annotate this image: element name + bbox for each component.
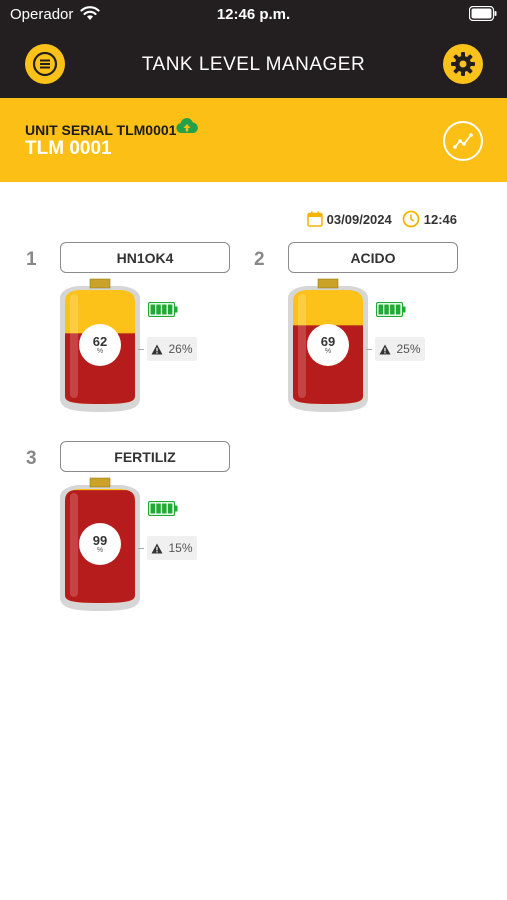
battery-full-icon <box>148 302 178 317</box>
calendar-icon <box>306 211 323 227</box>
reading-time: 12:46 <box>423 211 457 227</box>
warning-icon <box>151 344 163 354</box>
tank-card[interactable]: 1 HN1OK4 62 % 26% <box>26 242 241 422</box>
top-bar: Operador 12:46 p.m. TANK LEVEL MANAGER <box>0 0 507 98</box>
level-value: 99 <box>92 532 108 548</box>
alarm-threshold: 26% <box>147 337 197 361</box>
tank-card[interactable]: 3 FERTILIZ 99 % 15% <box>26 441 241 621</box>
tank-name-button[interactable]: HN1OK4 <box>60 242 230 273</box>
battery-status-icon <box>469 6 497 21</box>
trend-chart-button[interactable] <box>443 121 483 161</box>
battery-full-icon <box>376 302 406 317</box>
alarm-value: 26% <box>168 342 193 356</box>
alarm-value: 25% <box>396 342 421 356</box>
status-time: 12:46 p.m. <box>216 6 291 23</box>
tank-name-button[interactable]: ACIDO <box>288 242 458 273</box>
app-title: TANK LEVEL MANAGER <box>141 54 366 75</box>
tank-name-button[interactable]: FERTILIZ <box>60 441 230 472</box>
level-unit: % <box>96 546 104 554</box>
clock-icon <box>402 210 420 228</box>
alarm-connector <box>138 548 144 549</box>
level-unit: % <box>96 347 104 355</box>
trend-chart-icon <box>453 133 473 149</box>
settings-button[interactable] <box>443 44 483 84</box>
battery-full-icon <box>148 501 178 516</box>
alarm-threshold: 25% <box>375 337 425 361</box>
alarm-threshold: 15% <box>147 536 197 560</box>
unit-serial-label: UNIT SERIAL TLM0001 <box>25 122 177 138</box>
level-badge: 62 % <box>79 324 121 366</box>
reading-time-group: 12:46 <box>402 210 457 228</box>
level-unit: % <box>324 347 332 355</box>
level-value: 62 <box>92 333 108 349</box>
level-badge: 69 % <box>307 324 349 366</box>
tank-index: 3 <box>26 448 37 469</box>
warning-icon <box>151 543 163 553</box>
alarm-connector <box>138 349 144 350</box>
tank-index: 2 <box>254 249 265 270</box>
unit-name: TLM 0001 <box>25 138 112 159</box>
gear-icon <box>451 52 475 76</box>
cloud-upload-icon <box>176 118 198 133</box>
level-badge: 99 % <box>79 523 121 565</box>
alarm-value: 15% <box>168 541 193 555</box>
status-bar: Operador 12:46 p.m. <box>0 0 507 30</box>
warning-icon <box>379 344 391 354</box>
level-value: 69 <box>320 333 336 349</box>
reading-date: 03/09/2024 <box>326 211 392 227</box>
alarm-connector <box>366 349 372 350</box>
reading-datetime: 03/09/2024 12:46 <box>306 210 457 228</box>
tank-card[interactable]: 2 ACIDO 69 % 25% <box>254 242 469 422</box>
tank-index: 1 <box>26 249 37 270</box>
